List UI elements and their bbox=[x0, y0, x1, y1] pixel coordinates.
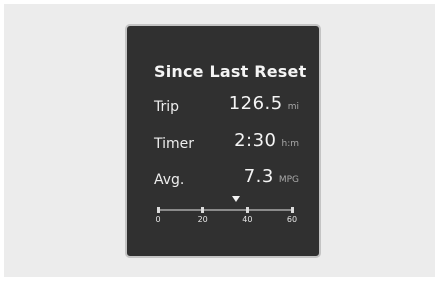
scale-tick-label: 0 bbox=[155, 215, 161, 224]
scale-tick-label: 60 bbox=[286, 215, 298, 224]
scale-tick bbox=[156, 207, 160, 213]
trip-value: 126.5 bbox=[228, 93, 283, 114]
avg-label: Avg. bbox=[154, 172, 185, 188]
timer-value-group: 2:30 h:m bbox=[234, 130, 299, 151]
scale-pointer-icon bbox=[232, 196, 241, 202]
trip-info-panel: Since Last Reset Trip 126.5 mi Timer 2:3… bbox=[125, 24, 321, 258]
scale-track bbox=[158, 209, 292, 211]
scale-tick bbox=[201, 207, 205, 213]
scale-tick-label: 40 bbox=[242, 215, 253, 224]
trip-value-group: 126.5 mi bbox=[229, 93, 299, 114]
panel-title: Since Last Reset bbox=[154, 62, 307, 81]
scale-tick bbox=[290, 207, 294, 213]
scale-tick bbox=[245, 207, 249, 213]
economy-scale: 0 20 40 60 bbox=[155, 196, 297, 236]
timer-label: Timer bbox=[154, 136, 195, 152]
avg-value-group: 7.3 MPG bbox=[244, 166, 299, 187]
avg-value: 7.3 bbox=[243, 166, 274, 187]
trip-label: Trip bbox=[154, 99, 180, 115]
trip-unit: mi bbox=[287, 102, 299, 112]
scale-tick-label: 20 bbox=[197, 215, 208, 224]
timer-value: 2:30 bbox=[234, 130, 277, 151]
timer-unit: h:m bbox=[281, 139, 299, 149]
avg-unit: MPG bbox=[278, 175, 299, 185]
